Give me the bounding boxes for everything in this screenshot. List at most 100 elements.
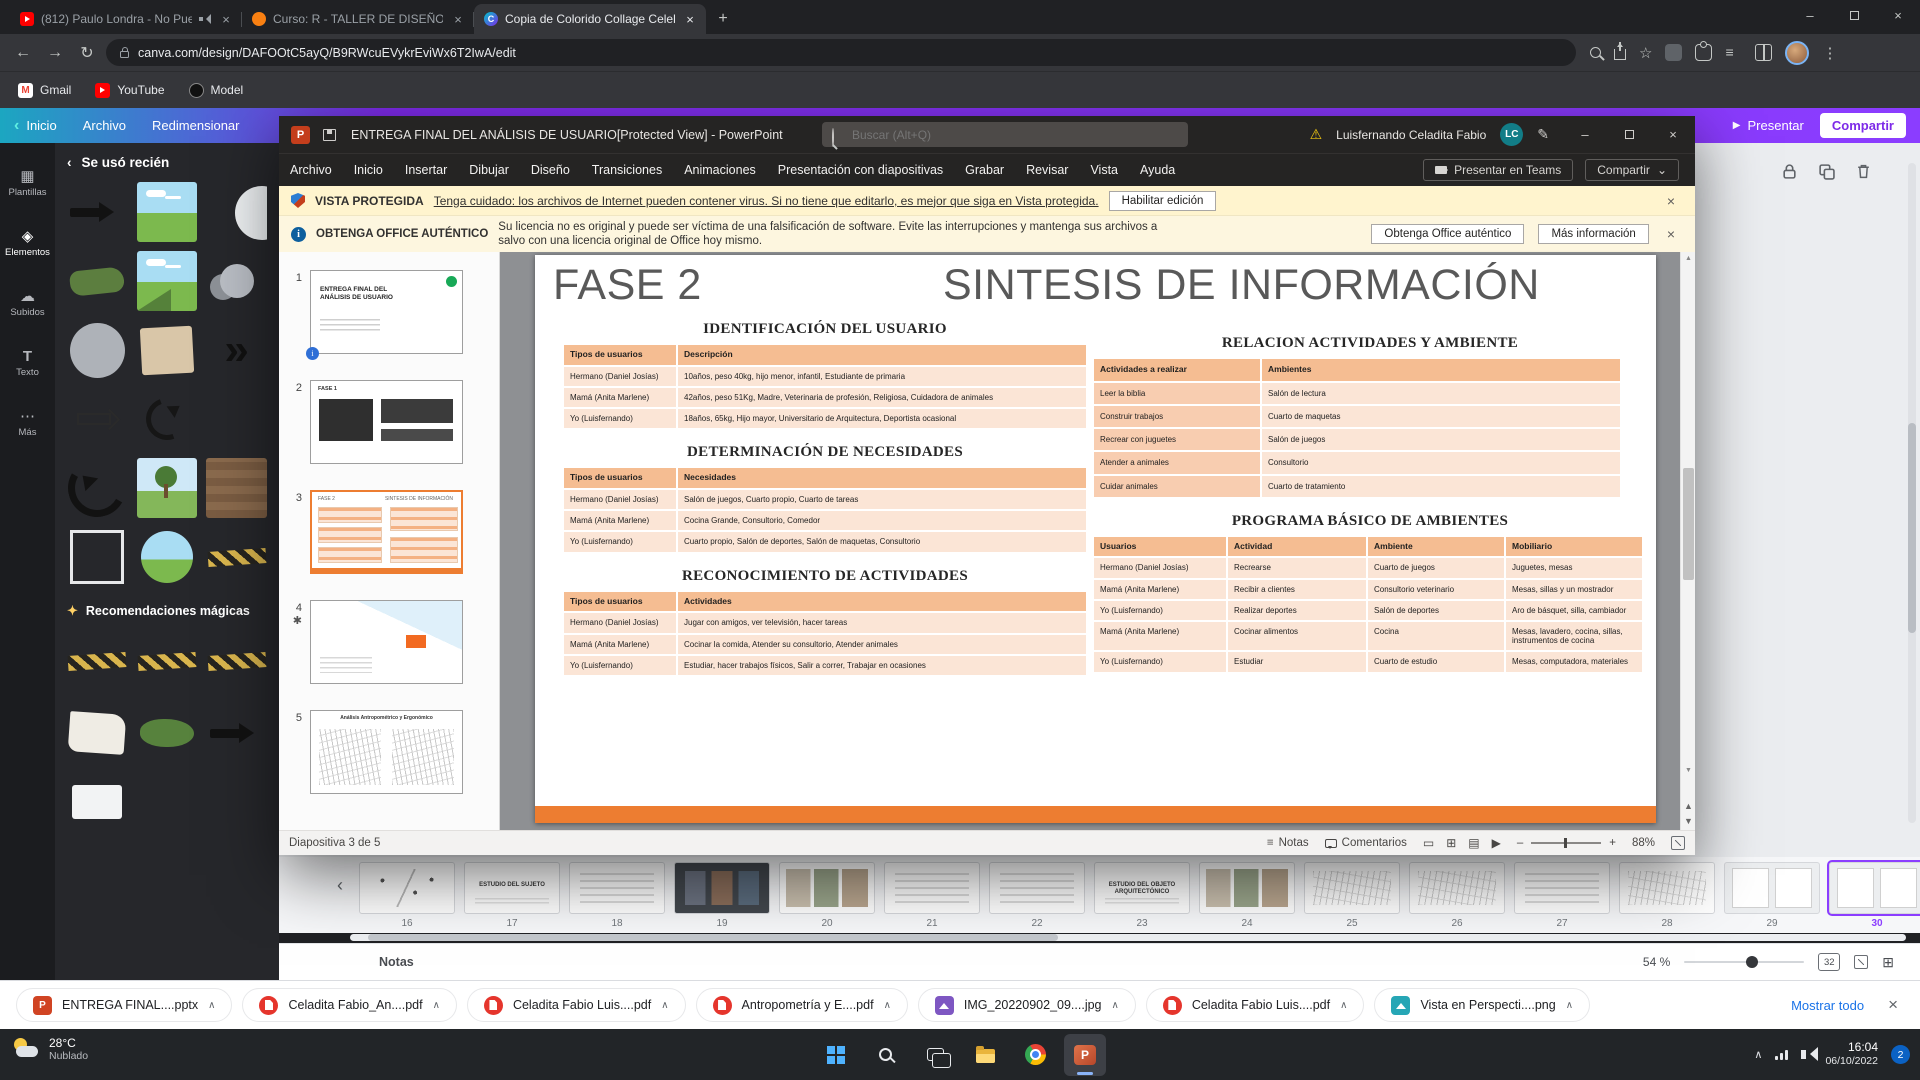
ribbon-tab[interactable]: Inicio — [343, 163, 394, 177]
new-tab-button[interactable]: + — [710, 6, 736, 32]
design-page-thumbnail[interactable]: 25 — [1304, 862, 1400, 929]
recent-asset[interactable] — [67, 389, 128, 449]
download-menu-icon[interactable]: ∧ — [884, 1000, 891, 1011]
recent-asset[interactable] — [206, 527, 267, 587]
back-icon[interactable]: ← — [10, 40, 36, 66]
browser-menu-icon[interactable]: ⋮ — [1822, 44, 1837, 62]
sidebar-rail-item[interactable]: Texto — [0, 337, 55, 389]
panel-asset[interactable] — [206, 703, 267, 763]
zoom-slider[interactable] — [1684, 961, 1804, 963]
design-page-thumbnail[interactable]: ESTUDIO DEL OBJETO ARQUITECTÓNICO 23 — [1094, 862, 1190, 929]
design-page-thumbnail[interactable]: 21 — [884, 862, 980, 929]
search-icon[interactable] — [1590, 47, 1601, 58]
design-page-thumbnail[interactable]: 29 — [1724, 862, 1820, 929]
recent-asset[interactable] — [67, 251, 128, 311]
pp-share-button[interactable]: Compartir ⌄ — [1585, 159, 1679, 181]
download-menu-icon[interactable]: ∧ — [1112, 1000, 1119, 1011]
slide-scrollbar[interactable]: ▲ ▼ ▲ ▼ — [1680, 252, 1695, 830]
recent-asset[interactable] — [137, 320, 198, 380]
powerpoint-taskbar-button[interactable] — [1064, 1034, 1106, 1076]
reading-view-icon[interactable]: ▤ — [1468, 836, 1479, 850]
recent-asset[interactable] — [137, 389, 198, 449]
sidebar-rail-item[interactable]: Plantillas — [0, 157, 55, 209]
page-count-badge[interactable]: 32 — [1818, 953, 1840, 971]
panel-asset[interactable] — [67, 703, 128, 763]
download-item[interactable]: Celadita Fabio Luis....pdf ∧ — [1146, 988, 1365, 1022]
bookmark-item[interactable]: Model — [189, 83, 244, 98]
account-name[interactable]: Luisfernando Celadita Fabio — [1336, 128, 1486, 142]
zoom-in-icon[interactable]: + — [1609, 837, 1616, 849]
notes-button[interactable]: ≡Notas — [1267, 837, 1309, 849]
recent-asset[interactable] — [206, 182, 267, 242]
tab-close-icon[interactable] — [682, 12, 698, 27]
notes-toggle[interactable]: Notas — [379, 955, 414, 969]
share-icon[interactable] — [1614, 49, 1626, 60]
sidebar-rail-item[interactable]: Elementos — [0, 217, 55, 269]
panel-asset[interactable] — [137, 703, 198, 763]
magic-asset[interactable] — [67, 631, 128, 691]
close-button[interactable]: × — [1876, 0, 1920, 30]
start-button[interactable] — [814, 1034, 856, 1076]
canva-resize-button[interactable]: Redimensionar — [152, 118, 239, 133]
slide-thumbnail-2[interactable]: 2 FASE 1 — [279, 380, 499, 464]
volume-icon[interactable] — [1801, 1050, 1806, 1059]
bookmark-item[interactable]: YouTube — [95, 83, 164, 98]
tab-close-icon[interactable] — [450, 12, 466, 27]
url-text[interactable]: canva.com/design/DAFOOtC5ayQ/B9RWcuEVykr… — [138, 46, 516, 60]
lock-icon[interactable] — [1781, 163, 1798, 180]
canvas-scrollbar[interactable] — [1908, 163, 1916, 823]
show-all-downloads[interactable]: Mostrar todo — [1791, 998, 1864, 1013]
design-page-thumbnail[interactable]: 26 — [1409, 862, 1505, 929]
download-menu-icon[interactable]: ∧ — [208, 1000, 215, 1011]
zoom-slider-handle[interactable] — [1746, 956, 1758, 968]
download-item[interactable]: ENTREGA FINAL....pptx ∧ — [16, 988, 232, 1022]
account-avatar[interactable]: LC — [1500, 123, 1523, 146]
download-menu-icon[interactable]: ∧ — [1566, 1000, 1573, 1011]
slide-thumbnail-4[interactable]: 4✱ — [279, 600, 499, 684]
extensions-puzzle-icon[interactable] — [1695, 44, 1712, 61]
maximize-button[interactable] — [1832, 0, 1876, 30]
browser-tab[interactable]: Copia de Colorido Collage Celeb... — [474, 4, 706, 34]
reload-icon[interactable]: ↻ — [74, 40, 100, 66]
taskbar-search-button[interactable] — [864, 1034, 906, 1076]
canva-present-button[interactable]: ▶ Presentar — [1733, 118, 1804, 133]
recent-asset[interactable] — [137, 527, 198, 587]
pp-zoom-slider[interactable] — [1531, 842, 1601, 844]
ribbon-tab[interactable]: Dibujar — [458, 163, 520, 177]
magic-asset[interactable] — [206, 631, 267, 691]
design-page-thumbnail[interactable]: ESTUDIO DEL SUJETO 17 — [464, 862, 560, 929]
recent-asset[interactable] — [67, 320, 128, 380]
pen-icon[interactable]: ✎ — [1537, 126, 1549, 143]
download-menu-icon[interactable]: ∧ — [1340, 1000, 1347, 1011]
tab-close-icon[interactable] — [218, 12, 234, 27]
side-panel-icon[interactable] — [1755, 44, 1772, 61]
present-in-teams-button[interactable]: Presentar en Teams — [1423, 159, 1573, 181]
download-item[interactable]: Celadita Fabio Luis....pdf ∧ — [467, 988, 686, 1022]
scrollbar-thumb[interactable] — [1683, 468, 1694, 580]
pp-maximize-button[interactable] — [1607, 116, 1651, 153]
design-page-thumbnail[interactable]: 24 — [1199, 862, 1295, 929]
canva-share-button[interactable]: Compartir — [1820, 113, 1906, 138]
office-search-input[interactable] — [822, 122, 1188, 147]
fullscreen-icon[interactable] — [1854, 955, 1868, 969]
hidden-icons-chevron[interactable]: ∧ — [1754, 1048, 1762, 1061]
close-warning-icon[interactable]: × — [1659, 193, 1683, 209]
enable-editing-button[interactable]: Habilitar edición — [1109, 191, 1217, 211]
design-page-thumbnail[interactable]: 30 — [1829, 862, 1920, 929]
ribbon-tab[interactable]: Revisar — [1015, 163, 1079, 177]
extension-icon[interactable] — [1665, 44, 1682, 61]
design-page-thumbnail[interactable]: 20 — [779, 862, 875, 929]
minimize-button[interactable]: – — [1788, 0, 1832, 30]
taskbar-clock[interactable]: 16:04 06/10/2022 — [1825, 1040, 1878, 1069]
design-page-thumbnail[interactable]: 18 — [569, 862, 665, 929]
file-explorer-button[interactable] — [964, 1034, 1006, 1076]
save-icon[interactable] — [323, 129, 336, 141]
ribbon-tab[interactable]: Archivo — [279, 163, 343, 177]
trash-icon[interactable] — [1855, 163, 1872, 180]
pp-close-button[interactable]: × — [1651, 116, 1695, 153]
zoom-out-icon[interactable]: – — [1517, 837, 1523, 849]
canva-file-menu[interactable]: Archivo — [83, 118, 126, 133]
duplicate-page-icon[interactable] — [1818, 163, 1835, 180]
design-page-thumbnail[interactable]: 28 — [1619, 862, 1715, 929]
slide-thumbnail-1[interactable]: 1 ENTREGA FINAL DEL ANÁLISIS DE USUARIO — [279, 270, 499, 354]
